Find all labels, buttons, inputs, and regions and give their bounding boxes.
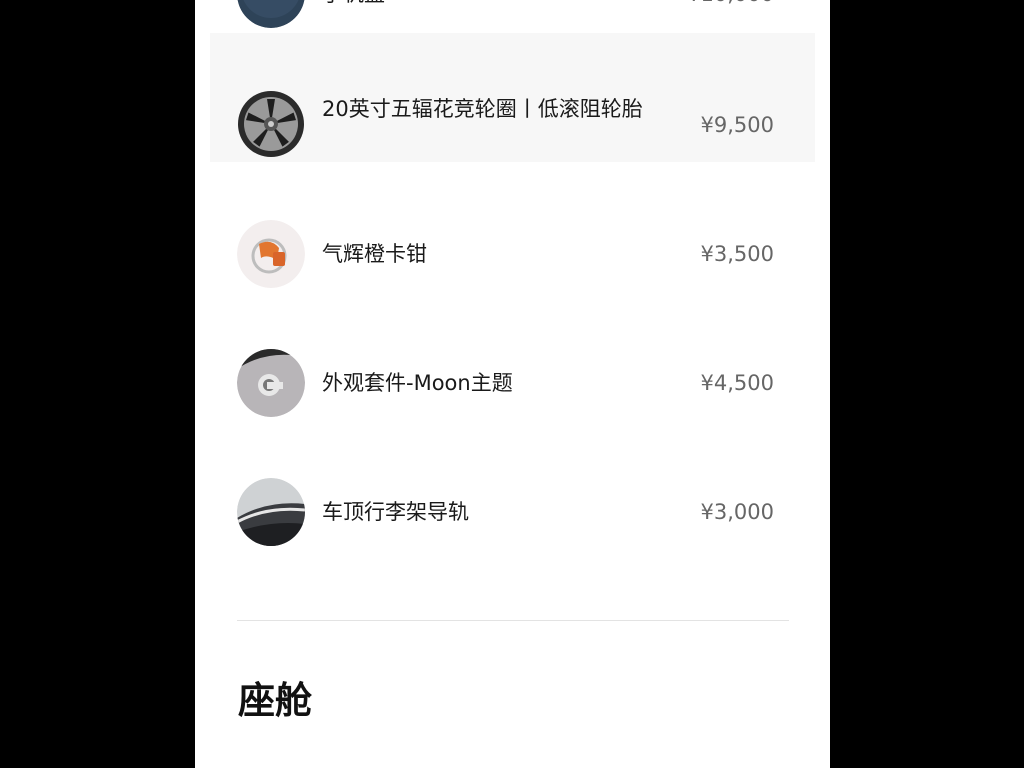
- option-row-wheel[interactable]: 20英寸五辐花竞轮圈丨低滚阻轮胎 ¥9,500: [210, 33, 815, 162]
- option-price: ¥9,500: [700, 113, 774, 137]
- roof-rail-icon: [237, 478, 305, 546]
- options-screen: 手机盘 ¥10,000 20英寸五辐花竞轮圈丨低滚阻轮胎 ¥9,500: [195, 0, 830, 768]
- navy-disc-icon: [237, 0, 305, 28]
- option-price: ¥4,500: [700, 371, 774, 395]
- option-name: 20英寸五辐花竞轮圈丨低滚阻轮胎: [322, 97, 643, 121]
- cabin-section-title: 座舱: [238, 679, 312, 722]
- option-row-exterior-kit[interactable]: 外观套件-Moon主题 ¥4,500: [210, 291, 815, 420]
- option-price: ¥3,000: [700, 500, 774, 524]
- option-row-caliper[interactable]: 气辉橙卡钳 ¥3,500: [210, 162, 815, 291]
- option-name: 车顶行李架导轨: [322, 500, 469, 524]
- option-row-roof-rail[interactable]: 车顶行李架导轨 ¥3,000: [210, 420, 815, 549]
- brake-caliper-icon: [237, 220, 305, 288]
- option-price: ¥10,000: [687, 0, 774, 8]
- option-price: ¥3,500: [700, 242, 774, 266]
- option-name: 外观套件-Moon主题: [322, 371, 513, 395]
- wheel-rim-icon: [237, 90, 305, 158]
- option-name: 手机盘: [322, 0, 672, 8]
- option-name: 气辉橙卡钳: [322, 242, 427, 266]
- section-divider: [237, 620, 789, 621]
- exterior-kit-icon: [237, 349, 305, 417]
